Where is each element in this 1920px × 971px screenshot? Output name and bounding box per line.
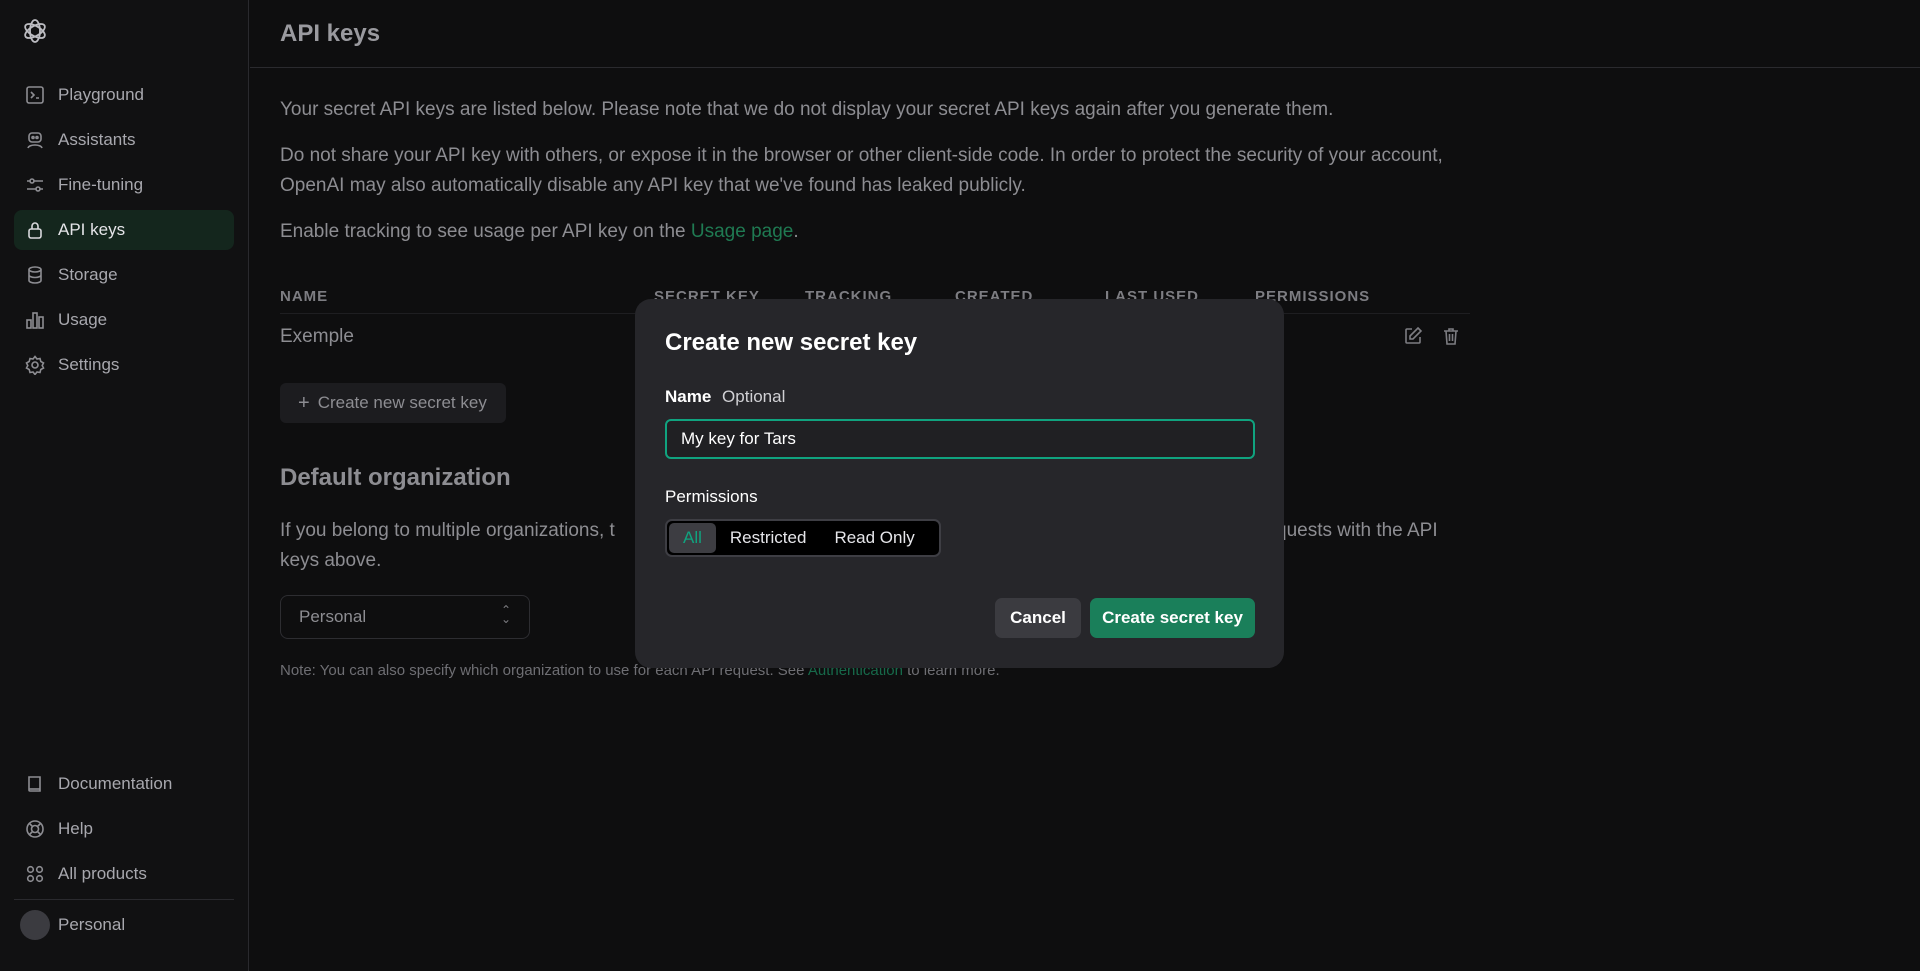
- key-name-input[interactable]: [665, 419, 1255, 459]
- sidebar-item-label: Settings: [58, 355, 120, 374]
- column-header-name: NAME: [280, 288, 329, 305]
- organization-select-value: Personal: [299, 607, 367, 626]
- plus-icon: +: [298, 391, 310, 414]
- name-field-label: Name Optional: [665, 387, 785, 407]
- create-key-modal: Create new secret key Name Optional Perm…: [635, 299, 1284, 668]
- app-window: Playground Assistants Fine-tuning API ke…: [0, 0, 1920, 971]
- sidebar-item-help[interactable]: Help: [14, 809, 234, 849]
- intro-text: Your secret API keys are listed below. P…: [280, 99, 1334, 120]
- sidebar-item-api-keys[interactable]: API keys: [14, 210, 234, 250]
- sidebar-item-label: Assistants: [58, 130, 136, 149]
- sidebar-item-all-products[interactable]: All products: [14, 854, 234, 894]
- sidebar-bottom-nav: Documentation Help All products: [14, 764, 234, 899]
- page-title: API keys: [280, 20, 381, 47]
- avatar: [20, 910, 50, 940]
- sidebar-item-label: Usage: [58, 310, 108, 329]
- trash-icon[interactable]: [1441, 326, 1461, 351]
- tracking-suffix: .: [793, 221, 799, 242]
- default-org-text-right: quests with the API: [1276, 520, 1438, 541]
- permission-option-restricted[interactable]: Restricted: [716, 523, 821, 553]
- gear-icon: [24, 354, 46, 376]
- bar-chart-icon: [24, 309, 46, 331]
- robot-icon: [24, 129, 46, 151]
- sidebar-item-label: Playground: [58, 85, 145, 104]
- book-icon: [24, 773, 46, 795]
- sliders-icon: [24, 174, 46, 196]
- user-menu[interactable]: Personal: [20, 910, 125, 940]
- sidebar-item-fine-tuning[interactable]: Fine-tuning: [14, 165, 234, 205]
- table-row-name: Exemple: [280, 326, 354, 347]
- permission-option-all[interactable]: All: [669, 523, 716, 553]
- lifebuoy-icon: [24, 818, 46, 840]
- sidebar-item-playground[interactable]: Playground: [14, 75, 234, 115]
- sidebar-item-documentation[interactable]: Documentation: [14, 764, 234, 804]
- sidebar-item-usage[interactable]: Usage: [14, 300, 234, 340]
- sidebar-item-label: All products: [58, 864, 147, 883]
- permissions-segmented-control: All Restricted Read Only: [665, 519, 941, 557]
- terminal-icon: [24, 84, 46, 106]
- name-label: Name: [665, 387, 712, 406]
- sidebar-item-assistants[interactable]: Assistants: [14, 120, 234, 160]
- sidebar-item-label: Help: [58, 819, 93, 838]
- page-header: API keys: [250, 0, 1920, 68]
- sidebar-item-settings[interactable]: Settings: [14, 345, 234, 385]
- sidebar: Playground Assistants Fine-tuning API ke…: [0, 0, 249, 971]
- modal-title: Create new secret key: [665, 329, 918, 356]
- default-org-text-line2: keys above.: [280, 550, 382, 571]
- sidebar-item-label: Storage: [58, 265, 118, 284]
- create-secret-key-button[interactable]: Create secret key: [1090, 598, 1255, 638]
- chevron-up-down-icon: ⌃ ⌄: [500, 603, 511, 626]
- permissions-label: Permissions: [665, 487, 758, 506]
- database-icon: [24, 264, 46, 286]
- user-label: Personal: [58, 915, 126, 934]
- sidebar-item-label: API keys: [58, 220, 126, 239]
- usage-page-link[interactable]: Usage page: [691, 221, 793, 242]
- lock-icon: [24, 219, 46, 241]
- sidebar-divider: [14, 899, 234, 900]
- edit-icon[interactable]: [1403, 326, 1423, 351]
- main-content: Your secret API keys are listed below. P…: [280, 95, 1480, 263]
- sidebar-nav: Playground Assistants Fine-tuning API ke…: [14, 75, 234, 390]
- organization-select[interactable]: Personal ⌃ ⌄: [280, 595, 530, 639]
- create-new-secret-key-button[interactable]: + Create new secret key: [280, 383, 506, 423]
- create-button-label: Create new secret key: [317, 393, 487, 412]
- grid-icon: [24, 863, 46, 885]
- name-optional-label: Optional: [722, 387, 786, 406]
- sidebar-item-storage[interactable]: Storage: [14, 255, 234, 295]
- tracking-prefix: Enable tracking to see usage per API key…: [280, 221, 691, 242]
- warning-text: Do not share your API key with others, o…: [280, 145, 1443, 196]
- default-org-text-left: If you belong to multiple organizations,…: [280, 520, 615, 541]
- row-actions: [1403, 326, 1461, 351]
- cancel-button[interactable]: Cancel: [995, 598, 1081, 638]
- default-org-title: Default organization: [280, 464, 511, 491]
- sidebar-item-label: Documentation: [58, 774, 173, 793]
- sidebar-item-label: Fine-tuning: [58, 175, 144, 194]
- tracking-text: Enable tracking to see usage per API key…: [280, 217, 1480, 247]
- openai-logo-icon[interactable]: [20, 16, 50, 46]
- permission-option-read-only[interactable]: Read Only: [820, 523, 928, 553]
